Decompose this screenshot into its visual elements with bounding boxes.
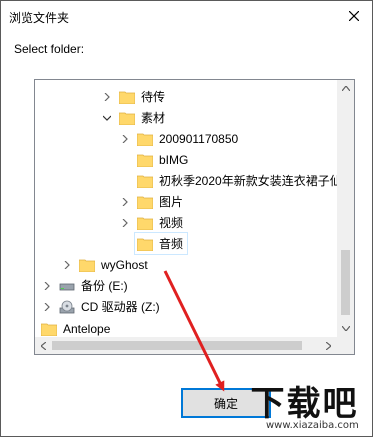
close-button[interactable] [336, 1, 372, 31]
folder-icon [137, 173, 153, 189]
tree-item-bimg[interactable]: bIMG [137, 149, 188, 170]
vertical-scrollbar[interactable] [337, 80, 354, 337]
tree-item-label: CD 驱动器 (Z:) [81, 300, 160, 314]
tree-item-label: wyGhost [101, 257, 148, 272]
scroll-right-arrow-icon[interactable] [320, 337, 337, 354]
folder-icon [79, 257, 95, 273]
tree-item-wyghost[interactable]: wyGhost [61, 254, 148, 275]
folder-icon [41, 321, 57, 337]
cd-drive-icon [59, 299, 75, 315]
folder-tree[interactable]: 待传 素材 200901170850 bIMG 初秋季2020年新款女装连衣裙子… [34, 79, 355, 355]
folder-icon [119, 110, 135, 126]
horizontal-scrollbar[interactable] [35, 337, 337, 354]
tree-item-backup-drive[interactable]: 备份 (E:) [41, 275, 128, 296]
close-icon [349, 11, 359, 21]
folder-icon [137, 236, 153, 252]
folder-tree-viewport: 待传 素材 200901170850 bIMG 初秋季2020年新款女装连衣裙子… [35, 80, 337, 337]
chevron-right-icon[interactable] [119, 191, 131, 212]
tree-item-label: 素材 [141, 111, 166, 125]
chevron-right-icon[interactable] [101, 86, 113, 107]
tree-item-label: Antelope [63, 321, 111, 336]
tree-item-dress[interactable]: 初秋季2020年新款女装连衣裙子仙 [137, 170, 337, 191]
watermark-logo-text: 下载吧 [250, 383, 359, 424]
vertical-scroll-thumb[interactable] [341, 250, 350, 315]
site-watermark: 下载吧 www.xiazaiba.com [236, 380, 373, 437]
tree-item-tupian[interactable]: 图片 [119, 191, 183, 212]
tree-item-label: 备份 (E:) [81, 279, 128, 293]
drive-icon [59, 278, 75, 294]
window-title: 浏览文件夹 [9, 11, 70, 25]
scroll-left-arrow-icon[interactable] [35, 337, 52, 354]
tree-item-sucai[interactable]: 素材 [101, 107, 165, 128]
tree-item-daichuan[interactable]: 待传 [101, 86, 165, 107]
tree-item-shipin[interactable]: 视频 [119, 212, 183, 233]
folder-icon [137, 194, 153, 210]
horizontal-scroll-thumb[interactable] [52, 341, 302, 350]
scroll-down-arrow-icon[interactable] [337, 320, 354, 337]
tree-item-yinpin[interactable]: 音频 [133, 232, 189, 255]
folder-icon [119, 89, 135, 105]
folder-icon [137, 152, 153, 168]
title-bar: 浏览文件夹 [1, 1, 372, 31]
tree-item-200901170850[interactable]: 200901170850 [119, 128, 238, 149]
tree-item-antelope[interactable]: Antelope [41, 318, 110, 337]
tree-item-label: 初秋季2020年新款女装连衣裙子仙 [159, 174, 337, 188]
folder-icon [137, 215, 153, 231]
tree-item-label: bIMG [159, 152, 189, 167]
chevron-right-icon[interactable] [41, 296, 53, 317]
tree-item-label: 200901170850 [159, 131, 239, 146]
tree-item-label: 音频 [159, 237, 184, 251]
watermark-url: www.xiazaiba.com [266, 420, 359, 431]
chevron-right-icon[interactable] [61, 254, 73, 275]
chevron-right-icon[interactable] [41, 275, 53, 296]
folder-icon [137, 131, 153, 147]
chevron-right-icon[interactable] [119, 128, 131, 149]
browse-folder-dialog: 浏览文件夹 Select folder: 待传 素材 200901170850 [0, 0, 373, 437]
tree-item-cd-drive[interactable]: CD 驱动器 (Z:) [41, 296, 160, 317]
tree-item-label: 图片 [159, 195, 184, 209]
chevron-right-icon[interactable] [119, 212, 131, 233]
scrollbar-corner [337, 337, 354, 354]
tree-item-label: 视频 [159, 216, 184, 230]
select-folder-prompt: Select folder: [14, 42, 85, 56]
tree-item-label: 待传 [141, 90, 166, 104]
chevron-down-icon[interactable] [101, 107, 113, 128]
scroll-up-arrow-icon[interactable] [337, 80, 354, 97]
